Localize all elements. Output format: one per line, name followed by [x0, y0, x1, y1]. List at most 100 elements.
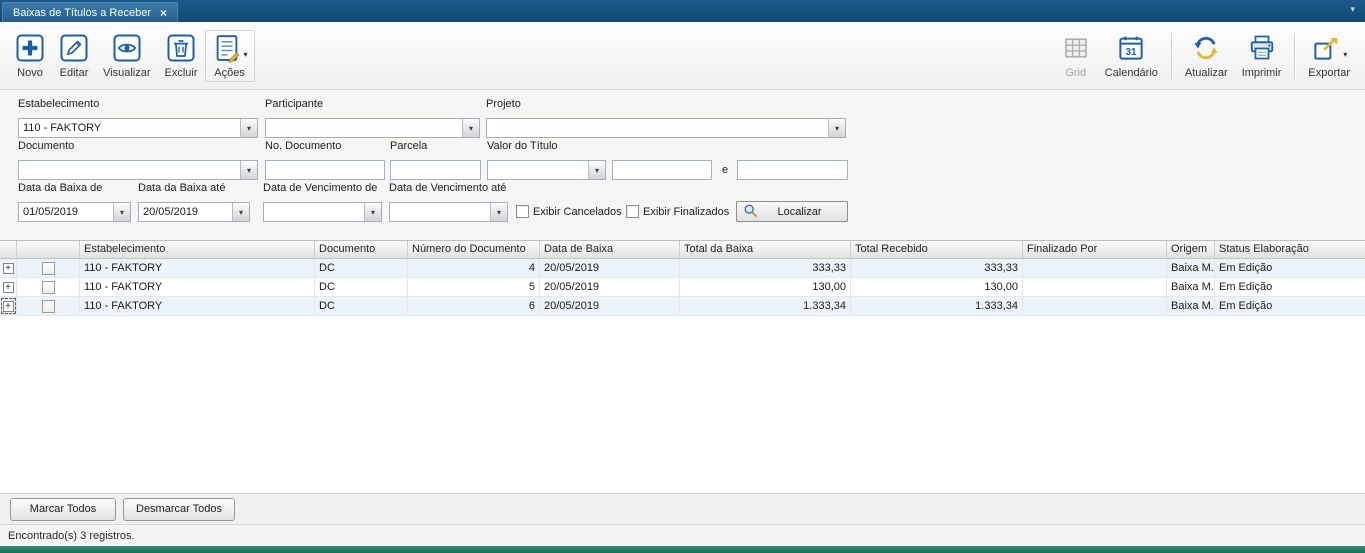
parcela-value [391, 161, 480, 179]
toolbar-right-group: Grid 31 Calendário Atualizar Imprimir [1054, 25, 1357, 87]
cell-status-elaboracao: Em Edição [1215, 259, 1365, 277]
chevron-down-icon[interactable]: ▾ [244, 50, 248, 59]
row-checkbox[interactable] [17, 259, 80, 277]
toolbar-separator [1171, 33, 1172, 79]
chevron-down-icon[interactable]: ▾ [232, 203, 249, 221]
close-icon[interactable]: × [160, 7, 167, 19]
imprimir-button[interactable]: Imprimir [1235, 30, 1289, 82]
trash-icon [166, 33, 196, 66]
visualizar-button[interactable]: Visualizar [96, 30, 158, 82]
cell-origem: Baixa M... [1167, 259, 1215, 277]
column-header-total-recebido[interactable]: Total Recebido [851, 241, 1023, 258]
data-baixa-ate-select[interactable]: 20/05/2019 ▾ [138, 202, 250, 222]
data-baixa-de-select[interactable]: 01/05/2019 ▾ [18, 202, 131, 222]
cell-total-baixa: 333,33 [680, 259, 851, 277]
svg-text:31: 31 [1126, 47, 1138, 58]
parcela-input[interactable] [390, 160, 481, 180]
calendario-button[interactable]: 31 Calendário [1098, 30, 1165, 82]
checkbox-column-header [17, 241, 80, 258]
editar-button[interactable]: Editar [52, 30, 96, 82]
marcar-todos-button[interactable]: Marcar Todos [10, 498, 116, 521]
column-header-numero-documento[interactable]: Número do Documento [408, 241, 540, 258]
estabelecimento-select[interactable]: 110 - FAKTORY ▾ [18, 118, 258, 138]
chevron-down-icon[interactable]: ▾ [462, 119, 479, 137]
documento-label: Documento [18, 140, 74, 152]
printer-icon [1247, 33, 1277, 66]
chevron-down-icon[interactable]: ▾ [240, 119, 257, 137]
chevron-down-icon[interactable]: ▾ [364, 203, 381, 221]
table-row[interactable]: + 110 - FAKTORY DC 6 20/05/2019 1.333,34… [0, 297, 1365, 316]
participante-select[interactable]: ▾ [265, 118, 480, 138]
atualizar-button[interactable]: Atualizar [1178, 30, 1235, 82]
table-row[interactable]: + 110 - FAKTORY DC 5 20/05/2019 130,00 1… [0, 278, 1365, 297]
column-header-origem[interactable]: Origem [1167, 241, 1215, 258]
chevron-down-icon[interactable]: ▾ [828, 119, 845, 137]
checkbox-box [626, 205, 639, 218]
table-row[interactable]: + 110 - FAKTORY DC 4 20/05/2019 333,33 3… [0, 259, 1365, 278]
selection-footer: Marcar Todos Desmarcar Todos [0, 493, 1365, 524]
row-expander[interactable]: + [0, 297, 17, 315]
toolbar: Novo Editar Visualizar Excluir [0, 22, 1365, 90]
no-documento-input[interactable] [265, 160, 385, 180]
cell-documento: DC [315, 259, 408, 277]
chevron-down-icon[interactable]: ▾ [240, 161, 257, 179]
row-expander[interactable]: + [0, 259, 17, 277]
participante-label: Participante [265, 98, 323, 110]
valor-titulo-operator-select[interactable]: ▾ [487, 160, 606, 180]
eye-icon [112, 33, 142, 66]
novo-button[interactable]: Novo [8, 30, 52, 82]
novo-label: Novo [17, 67, 43, 79]
search-icon [743, 203, 758, 221]
pencil-icon [59, 33, 89, 66]
row-checkbox[interactable] [17, 278, 80, 296]
expand-plus-icon: + [3, 301, 14, 312]
cell-finalizado-por [1023, 297, 1167, 315]
chevron-down-icon[interactable]: ▾ [113, 203, 130, 221]
record-count-text: Encontrado(s) 3 registros. [8, 530, 135, 542]
cell-origem: Baixa M... [1167, 278, 1215, 296]
column-header-documento[interactable]: Documento [315, 241, 408, 258]
toolbar-separator [1294, 33, 1295, 79]
tab-list-chevron-down-icon[interactable]: ▾ [1350, 4, 1355, 15]
desmarcar-todos-button[interactable]: Desmarcar Todos [123, 498, 235, 521]
cell-status-elaboracao: Em Edição [1215, 297, 1365, 315]
column-header-total-baixa[interactable]: Total da Baixa [680, 241, 851, 258]
actions-document-icon [212, 33, 242, 66]
cell-total-baixa: 1.333,34 [680, 297, 851, 315]
data-vencimento-de-select[interactable]: ▾ [263, 202, 382, 222]
expand-plus-icon: + [3, 282, 14, 293]
documento-value [19, 161, 240, 179]
chevron-down-icon[interactable]: ▾ [490, 203, 507, 221]
column-header-data-baixa[interactable]: Data de Baixa [540, 241, 680, 258]
exibir-cancelados-checkbox[interactable]: Exibir Cancelados [516, 205, 622, 218]
tab-bar: Baixas de Títulos a Receber × ▾ [0, 0, 1365, 22]
estabelecimento-value: 110 - FAKTORY [19, 119, 240, 137]
cell-documento: DC [315, 278, 408, 296]
localizar-button[interactable]: Localizar [736, 201, 848, 222]
valor-titulo-from-input[interactable] [612, 160, 712, 180]
filter-panel: Estabelecimento 110 - FAKTORY ▾ Particip… [0, 90, 1365, 240]
cell-documento: DC [315, 297, 408, 315]
excluir-button[interactable]: Excluir [158, 30, 205, 82]
acoes-button[interactable]: ▾ Ações [205, 30, 255, 82]
row-expander[interactable]: + [0, 278, 17, 296]
cell-total-baixa: 130,00 [680, 278, 851, 296]
chevron-down-icon[interactable]: ▾ [1343, 50, 1347, 59]
documento-select[interactable]: ▾ [18, 160, 258, 180]
exibir-finalizados-checkbox[interactable]: Exibir Finalizados [626, 205, 729, 218]
chevron-down-icon[interactable]: ▾ [588, 161, 605, 179]
exportar-button[interactable]: ▾ Exportar [1301, 30, 1357, 82]
tab-baixas-titulos[interactable]: Baixas de Títulos a Receber × [2, 2, 178, 22]
exibir-cancelados-label: Exibir Cancelados [533, 206, 622, 218]
data-baixa-ate-label: Data da Baixa até [138, 182, 225, 194]
column-header-finalizado-por[interactable]: Finalizado Por [1023, 241, 1167, 258]
grid-label: Grid [1065, 67, 1086, 79]
data-baixa-ate-value: 20/05/2019 [139, 203, 232, 221]
row-checkbox[interactable] [17, 297, 80, 315]
column-header-status-elaboracao[interactable]: Status Elaboração [1215, 241, 1365, 258]
valor-titulo-to-input[interactable] [737, 160, 848, 180]
column-header-estabelecimento[interactable]: Estabelecimento [80, 241, 315, 258]
data-vencimento-ate-select[interactable]: ▾ [389, 202, 508, 222]
projeto-select[interactable]: ▾ [486, 118, 846, 138]
checkbox-box [42, 300, 55, 313]
